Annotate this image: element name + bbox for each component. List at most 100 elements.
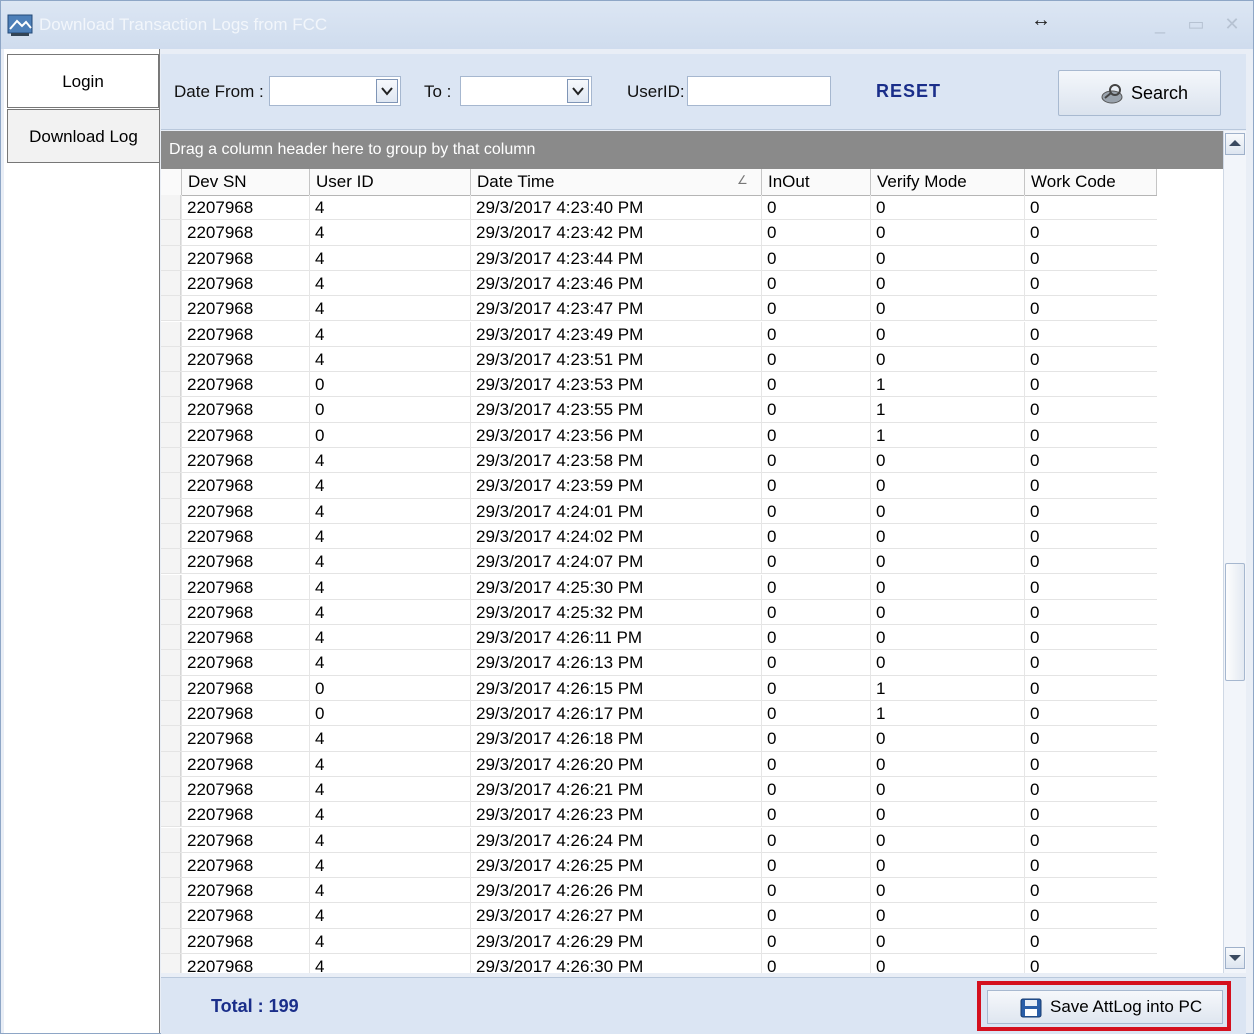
cell-date-time: 29/3/2017 4:23:59 PM: [470, 473, 761, 499]
table-row[interactable]: 2207968 4 29/3/2017 4:23:58 PM 0 0 0: [161, 448, 1157, 474]
cell-verify-mode: 0: [870, 195, 1024, 220]
cell-verify-mode: 0: [870, 802, 1024, 828]
column-header-dev-sn[interactable]: Dev SN: [181, 169, 309, 195]
reset-button[interactable]: RESET: [876, 81, 941, 102]
column-header-verify-mode[interactable]: Verify Mode: [870, 169, 1024, 195]
scroll-up-icon[interactable]: [1225, 133, 1245, 155]
cell-verify-mode: 1: [870, 372, 1024, 398]
table-row[interactable]: 2207968 4 29/3/2017 4:26:24 PM 0 0 0: [161, 827, 1157, 853]
scrollbar-thumb[interactable]: [1225, 563, 1245, 681]
cell-inout: 0: [761, 372, 870, 398]
chevron-down-icon[interactable]: [567, 79, 589, 103]
table-row[interactable]: 2207968 4 29/3/2017 4:26:13 PM 0 0 0: [161, 650, 1157, 676]
scroll-down-icon[interactable]: [1225, 947, 1245, 969]
minimize-icon[interactable]: _: [1149, 13, 1171, 35]
row-indicator[interactable]: [161, 397, 181, 422]
row-indicator[interactable]: [161, 296, 181, 321]
table-row[interactable]: 2207968 0 29/3/2017 4:26:17 PM 0 1 0: [161, 701, 1157, 727]
cell-dev-sn: 2207968: [181, 321, 309, 347]
table-row[interactable]: 2207968 4 29/3/2017 4:24:07 PM 0 0 0: [161, 549, 1157, 575]
close-icon[interactable]: ✕: [1221, 13, 1243, 35]
table-row[interactable]: 2207968 4 29/3/2017 4:25:30 PM 0 0 0: [161, 574, 1157, 600]
title-bar[interactable]: Download Transaction Logs from FCC ↔ _ ▭…: [1, 1, 1253, 49]
table-row[interactable]: 2207968 0 29/3/2017 4:23:55 PM 0 1 0: [161, 397, 1157, 423]
row-indicator[interactable]: [161, 802, 181, 827]
row-indicator[interactable]: [161, 776, 181, 802]
table-row[interactable]: 2207968 4 29/3/2017 4:26:20 PM 0 0 0: [161, 751, 1157, 777]
row-indicator[interactable]: [161, 701, 181, 726]
table-row[interactable]: 2207968 4 29/3/2017 4:23:44 PM 0 0 0: [161, 245, 1157, 271]
vertical-scrollbar[interactable]: [1223, 131, 1246, 973]
table-row[interactable]: 2207968 4 29/3/2017 4:23:47 PM 0 0 0: [161, 296, 1157, 322]
column-header-date-time[interactable]: Date Time: [470, 169, 761, 195]
row-indicator[interactable]: [161, 346, 181, 372]
to-date-dropdown[interactable]: [460, 76, 592, 106]
date-from-dropdown[interactable]: [269, 76, 401, 106]
row-indicator[interactable]: [161, 574, 181, 599]
row-indicator[interactable]: [161, 270, 181, 296]
table-row[interactable]: 2207968 0 29/3/2017 4:26:15 PM 0 1 0: [161, 675, 1157, 701]
table-row[interactable]: 2207968 4 29/3/2017 4:23:51 PM 0 0 0: [161, 346, 1157, 373]
table-row[interactable]: 2207968 4 29/3/2017 4:26:30 PM 0 0 0: [161, 954, 1157, 973]
cell-dev-sn: 2207968: [181, 195, 309, 220]
row-indicator[interactable]: [161, 751, 181, 776]
row-indicator[interactable]: [161, 726, 181, 751]
row-indicator[interactable]: [161, 422, 181, 447]
table-row[interactable]: 2207968 4 29/3/2017 4:23:46 PM 0 0 0: [161, 270, 1157, 297]
maximize-icon[interactable]: ▭: [1185, 13, 1207, 35]
row-indicator[interactable]: [161, 195, 181, 220]
table-row[interactable]: 2207968 4 29/3/2017 4:23:42 PM 0 0 0: [161, 220, 1157, 246]
table-row[interactable]: 2207968 4 29/3/2017 4:23:59 PM 0 0 0: [161, 473, 1157, 499]
row-indicator[interactable]: [161, 852, 181, 878]
row-indicator[interactable]: [161, 498, 181, 523]
search-button[interactable]: Search: [1058, 70, 1221, 116]
userid-input[interactable]: [687, 76, 831, 106]
cell-work-code: 0: [1024, 954, 1157, 973]
table-row[interactable]: 2207968 4 29/3/2017 4:23:40 PM 0 0 0: [161, 195, 1157, 221]
row-indicator[interactable]: [161, 245, 181, 270]
table-row[interactable]: 2207968 4 29/3/2017 4:25:32 PM 0 0 0: [161, 599, 1157, 626]
table-row[interactable]: 2207968 4 29/3/2017 4:24:02 PM 0 0 0: [161, 523, 1157, 550]
table-row[interactable]: 2207968 0 29/3/2017 4:23:53 PM 0 1 0: [161, 372, 1157, 398]
row-indicator[interactable]: [161, 878, 181, 903]
row-indicator[interactable]: [161, 827, 181, 852]
cell-user-id: 4: [309, 903, 470, 929]
row-indicator[interactable]: [161, 473, 181, 498]
row-indicator[interactable]: [161, 448, 181, 473]
table-row[interactable]: 2207968 4 29/3/2017 4:26:18 PM 0 0 0: [161, 726, 1157, 752]
column-header-work-code[interactable]: Work Code: [1024, 169, 1157, 195]
column-header-user-id[interactable]: User ID: [309, 169, 470, 195]
tab-download-log[interactable]: Download Log: [7, 109, 159, 163]
table-row[interactable]: 2207968 4 29/3/2017 4:24:01 PM 0 0 0: [161, 498, 1157, 524]
table-row[interactable]: 2207968 4 29/3/2017 4:26:21 PM 0 0 0: [161, 776, 1157, 803]
row-indicator[interactable]: [161, 650, 181, 675]
table-row[interactable]: 2207968 4 29/3/2017 4:26:29 PM 0 0 0: [161, 928, 1157, 954]
table-row[interactable]: 2207968 0 29/3/2017 4:23:56 PM 0 1 0: [161, 422, 1157, 448]
row-indicator[interactable]: [161, 372, 181, 397]
log-grid[interactable]: Drag a column header here to group by th…: [161, 131, 1223, 973]
row-indicator[interactable]: [161, 928, 181, 953]
table-row[interactable]: 2207968 4 29/3/2017 4:26:25 PM 0 0 0: [161, 852, 1157, 879]
row-indicator[interactable]: [161, 903, 181, 928]
group-by-panel[interactable]: Drag a column header here to group by th…: [161, 131, 1223, 169]
save-attlog-button[interactable]: Save AttLog into PC: [987, 990, 1223, 1024]
column-header-inout[interactable]: InOut: [761, 169, 870, 195]
tab-login[interactable]: Login: [7, 54, 159, 108]
row-indicator[interactable]: [161, 675, 181, 700]
table-row[interactable]: 2207968 4 29/3/2017 4:23:49 PM 0 0 0: [161, 321, 1157, 347]
row-indicator[interactable]: [161, 321, 181, 346]
row-indicator[interactable]: [161, 954, 181, 973]
row-indicator[interactable]: [161, 220, 181, 245]
table-row[interactable]: 2207968 4 29/3/2017 4:26:23 PM 0 0 0: [161, 802, 1157, 828]
cell-work-code: 0: [1024, 726, 1157, 752]
row-indicator[interactable]: [161, 549, 181, 574]
row-indicator[interactable]: [161, 523, 181, 549]
table-row[interactable]: 2207968 4 29/3/2017 4:26:11 PM 0 0 0: [161, 625, 1157, 651]
chevron-down-icon[interactable]: [376, 79, 398, 103]
cell-work-code: 0: [1024, 878, 1157, 904]
cell-date-time: 29/3/2017 4:26:24 PM: [470, 827, 761, 853]
table-row[interactable]: 2207968 4 29/3/2017 4:26:26 PM 0 0 0: [161, 878, 1157, 904]
table-row[interactable]: 2207968 4 29/3/2017 4:26:27 PM 0 0 0: [161, 903, 1157, 929]
row-indicator[interactable]: [161, 625, 181, 650]
row-indicator[interactable]: [161, 599, 181, 625]
